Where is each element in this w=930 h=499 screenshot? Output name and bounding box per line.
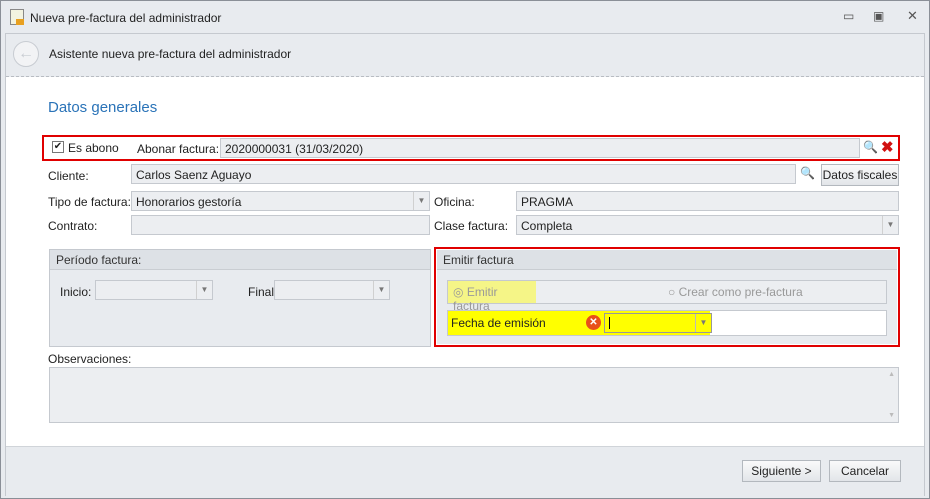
wizard-footer: Siguiente > Cancelar: [6, 446, 924, 496]
scroll-down-icon[interactable]: ▼: [888, 412, 895, 419]
back-arrow-icon[interactable]: ←: [13, 41, 39, 67]
contrato-label: Contrato:: [48, 219, 98, 233]
wizard-title: Asistente nueva pre-factura del administ…: [49, 47, 292, 61]
tipo-select[interactable]: Honorarios gestoría ▼: [131, 191, 430, 211]
app-icon: [10, 9, 24, 25]
dialog-window: Nueva pre-factura del administrador ▭ ▣ …: [0, 0, 930, 499]
emitir-factura-radio[interactable]: ◎ Emitir factura: [448, 281, 536, 313]
cliente-field[interactable]: Carlos Saenz Aguayo: [131, 164, 796, 184]
close-icon[interactable]: ✕: [907, 8, 918, 24]
fecha-emision-date[interactable]: ▼: [604, 313, 712, 333]
emitir-title: Emitir factura: [437, 250, 897, 270]
observaciones-label: Observaciones:: [48, 352, 132, 366]
cancel-button[interactable]: Cancelar: [829, 460, 901, 482]
emitir-group: Emitir factura ◎ Emitir factura ○ Crear …: [437, 250, 897, 344]
scroll-up-icon[interactable]: ▲: [888, 371, 895, 378]
oficina-label: Oficina:: [434, 195, 475, 209]
tipo-label: Tipo de factura:: [48, 195, 131, 209]
periodo-group: Período factura: Inicio: ▼ Final: ▼: [49, 249, 431, 347]
oficina-field: PRAGMA: [516, 191, 899, 211]
inicio-date[interactable]: ▼: [95, 280, 213, 300]
contrato-field[interactable]: [131, 215, 430, 235]
crear-prefactura-radio[interactable]: ○ Crear como pre-factura: [668, 285, 803, 299]
observaciones-textarea[interactable]: ▲ ▼: [49, 367, 899, 423]
final-date[interactable]: ▼: [274, 280, 390, 300]
cliente-search-icon[interactable]: 🔍: [800, 166, 815, 180]
cliente-label: Cliente:: [48, 169, 89, 183]
inicio-label: Inicio:: [60, 285, 92, 299]
clase-select[interactable]: Completa ▼: [516, 215, 899, 235]
es-abono-label: Es abono: [68, 141, 119, 155]
clase-label: Clase factura:: [434, 219, 509, 233]
clear-icon[interactable]: ✖: [881, 138, 894, 156]
maximize-icon[interactable]: ▣: [873, 9, 884, 23]
wizard-header: ← Asistente nueva pre-factura del admini…: [6, 34, 924, 77]
section-title: Datos generales: [48, 99, 158, 116]
final-label: Final:: [248, 285, 278, 299]
abonar-field[interactable]: 2020000031 (31/03/2020): [220, 138, 860, 158]
search-icon[interactable]: 🔍: [863, 140, 878, 154]
minimize-icon[interactable]: ▭: [843, 9, 854, 23]
fecha-label: Fecha de emisión: [451, 316, 546, 330]
periodo-title: Período factura:: [50, 250, 430, 270]
datos-fiscales-button[interactable]: Datos fiscales: [821, 164, 899, 186]
window-title: Nueva pre-factura del administrador: [30, 11, 222, 25]
abonar-label: Abonar factura:: [137, 142, 220, 156]
emitir-radio-group: ◎ Emitir factura ○ Crear como pre-factur…: [447, 280, 887, 313]
es-abono-checkbox[interactable]: ✔: [52, 141, 64, 153]
fecha-row: Fecha de emisión ✕ ▼: [447, 310, 887, 336]
error-icon: ✕: [586, 315, 601, 330]
next-button[interactable]: Siguiente >: [742, 460, 821, 482]
title-bar: Nueva pre-factura del administrador ▭ ▣ …: [1, 1, 929, 33]
